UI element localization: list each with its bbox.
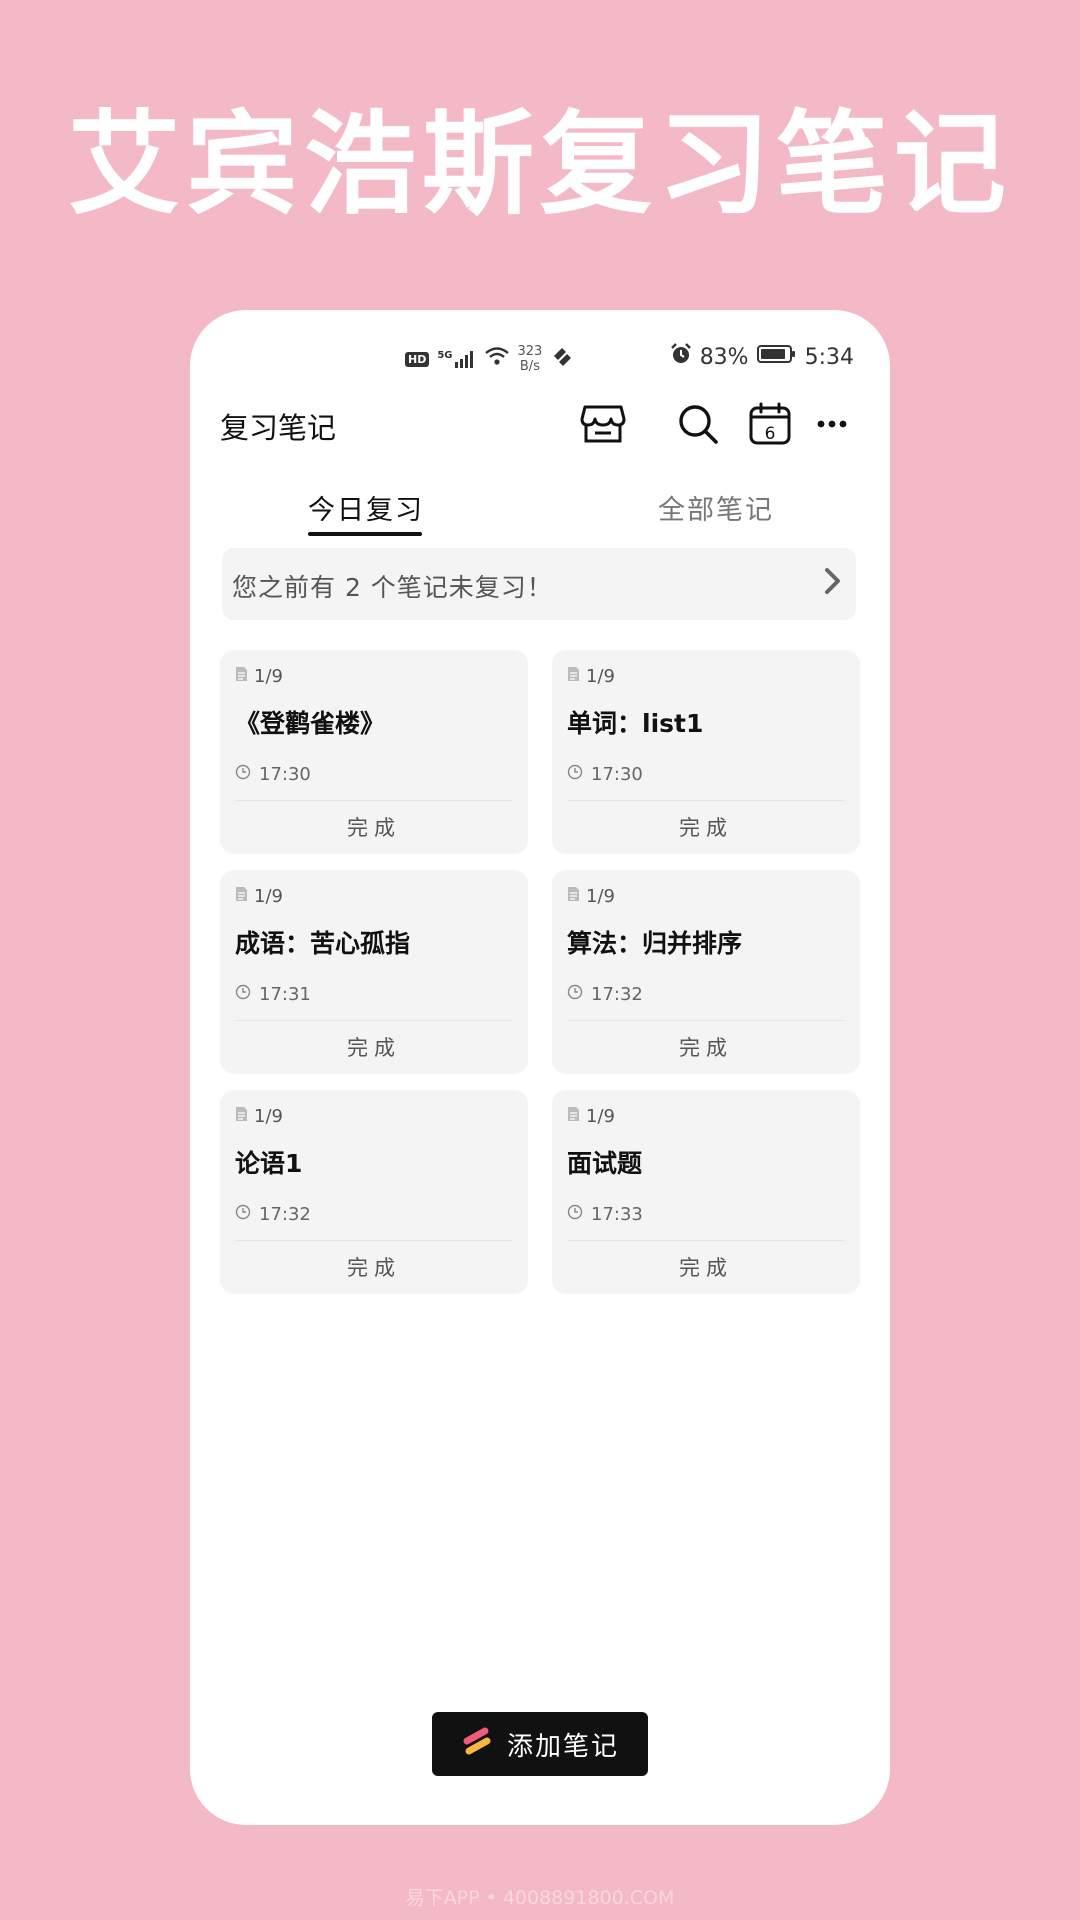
calendar-icon[interactable]: 6 [745, 399, 795, 449]
review-time-text: 17:31 [259, 984, 311, 1005]
hd-badge: HD [405, 351, 430, 367]
add-note-button[interactable]: 添加笔记 [432, 1712, 648, 1776]
document-icon [567, 1106, 580, 1127]
hearts-icon [550, 346, 574, 372]
complete-button[interactable]: 完成 [552, 1032, 860, 1062]
review-count-text: 1/9 [254, 1106, 283, 1127]
card-divider [235, 1240, 513, 1241]
card-divider [235, 1020, 513, 1021]
note-title: 算法：归并排序 [567, 929, 743, 958]
clock-icon [235, 984, 251, 1005]
search-icon[interactable] [673, 399, 723, 449]
complete-button[interactable]: 完成 [552, 1252, 860, 1282]
review-time-text: 17:30 [259, 764, 311, 785]
note-title: 面试题 [567, 1149, 643, 1178]
chevron-right-icon [824, 566, 842, 600]
review-count: 1/9 [567, 1106, 615, 1127]
clock-time: 5:34 [804, 344, 854, 370]
pending-review-text: 您之前有 2 个笔记未复习！ [232, 573, 553, 602]
note-title: 论语1 [235, 1149, 303, 1178]
signal-icon: 5G [437, 350, 475, 368]
clock-icon [235, 1204, 251, 1225]
card-divider [567, 1020, 845, 1021]
document-icon [235, 1106, 248, 1127]
note-title: 单词：list1 [567, 709, 704, 738]
note-card[interactable]: 1/9 《登鹳雀楼》 17:30 完成 [220, 650, 528, 854]
clock-icon [567, 984, 583, 1005]
app-bar: 复习笔记 6 [190, 385, 890, 465]
card-divider [567, 800, 845, 801]
review-time-text: 17:30 [591, 764, 643, 785]
card-divider [567, 1240, 845, 1241]
add-note-label: 添加笔记 [506, 1731, 619, 1762]
note-card[interactable]: 1/9 算法：归并排序 17:32 完成 [552, 870, 860, 1074]
calendar-day: 6 [765, 424, 776, 444]
more-icon[interactable] [807, 399, 857, 449]
note-card[interactable]: 1/9 成语：苦心孤指 17:31 完成 [220, 870, 528, 1074]
tab-today-review[interactable]: 今日复习 [308, 488, 424, 527]
note-card[interactable]: 1/9 单词：list1 17:30 完成 [552, 650, 860, 854]
review-count: 1/9 [567, 886, 615, 907]
clock-icon [567, 1204, 583, 1225]
review-time: 17:33 [567, 1204, 643, 1225]
tab-bar: 今日复习 全部笔记 [190, 470, 890, 550]
review-count-text: 1/9 [586, 886, 615, 907]
alarm-icon [670, 343, 692, 371]
review-time: 17:31 [235, 984, 311, 1005]
store-icon[interactable] [578, 399, 628, 449]
status-bar: HD 5G 323 B/s 83% 5:34 [190, 338, 890, 382]
document-icon [235, 886, 248, 907]
pending-review-banner[interactable]: 您之前有 2 个笔记未复习！ [222, 548, 856, 620]
network-type-label: 5G [437, 350, 453, 361]
note-title: 成语：苦心孤指 [235, 929, 411, 958]
document-icon [235, 666, 248, 687]
document-icon [567, 886, 580, 907]
tab-all-notes[interactable]: 全部笔记 [658, 488, 774, 527]
review-count: 1/9 [567, 666, 615, 687]
review-count: 1/9 [235, 886, 283, 907]
complete-button[interactable]: 完成 [220, 1252, 528, 1282]
document-icon [567, 666, 580, 687]
phone-screen: HD 5G 323 B/s 83% 5:34 复习笔记 6 今日复习 全部笔记 … [190, 310, 890, 1825]
review-count-text: 1/9 [586, 1106, 615, 1127]
clock-icon [235, 764, 251, 785]
active-tab-indicator [308, 532, 422, 536]
network-speed: 323 B/s [518, 344, 543, 374]
note-title: 《登鹳雀楼》 [235, 709, 386, 738]
battery-icon [756, 344, 797, 370]
review-count: 1/9 [235, 666, 283, 687]
battery-percent: 83% [699, 344, 749, 370]
page-title: 复习笔记 [220, 411, 337, 445]
complete-button[interactable]: 完成 [220, 812, 528, 842]
review-count: 1/9 [235, 1106, 283, 1127]
watermark-text: 易下APP • 4008891800.COM [405, 1887, 675, 1909]
review-time-text: 17:32 [591, 984, 643, 1005]
note-card[interactable]: 1/9 论语1 17:32 完成 [220, 1090, 528, 1294]
review-time: 17:30 [235, 764, 311, 785]
review-count-text: 1/9 [254, 666, 283, 687]
complete-button[interactable]: 完成 [552, 812, 860, 842]
review-count-text: 1/9 [586, 666, 615, 687]
wifi-icon [484, 346, 510, 372]
complete-button[interactable]: 完成 [220, 1032, 528, 1062]
promo-banner-title: 艾宾浩斯复习笔记 [68, 100, 1012, 230]
note-card[interactable]: 1/9 面试题 17:33 完成 [552, 1090, 860, 1294]
review-time: 17:32 [567, 984, 643, 1005]
pen-stroke-icon [461, 1725, 493, 1764]
review-time: 17:30 [567, 764, 643, 785]
clock-icon [567, 764, 583, 785]
review-time: 17:32 [235, 1204, 311, 1225]
review-time-text: 17:33 [591, 1204, 643, 1225]
card-divider [235, 800, 513, 801]
review-time-text: 17:32 [259, 1204, 311, 1225]
speed-value: 323 [517, 344, 543, 359]
review-count-text: 1/9 [254, 886, 283, 907]
speed-unit: B/s [519, 359, 540, 374]
